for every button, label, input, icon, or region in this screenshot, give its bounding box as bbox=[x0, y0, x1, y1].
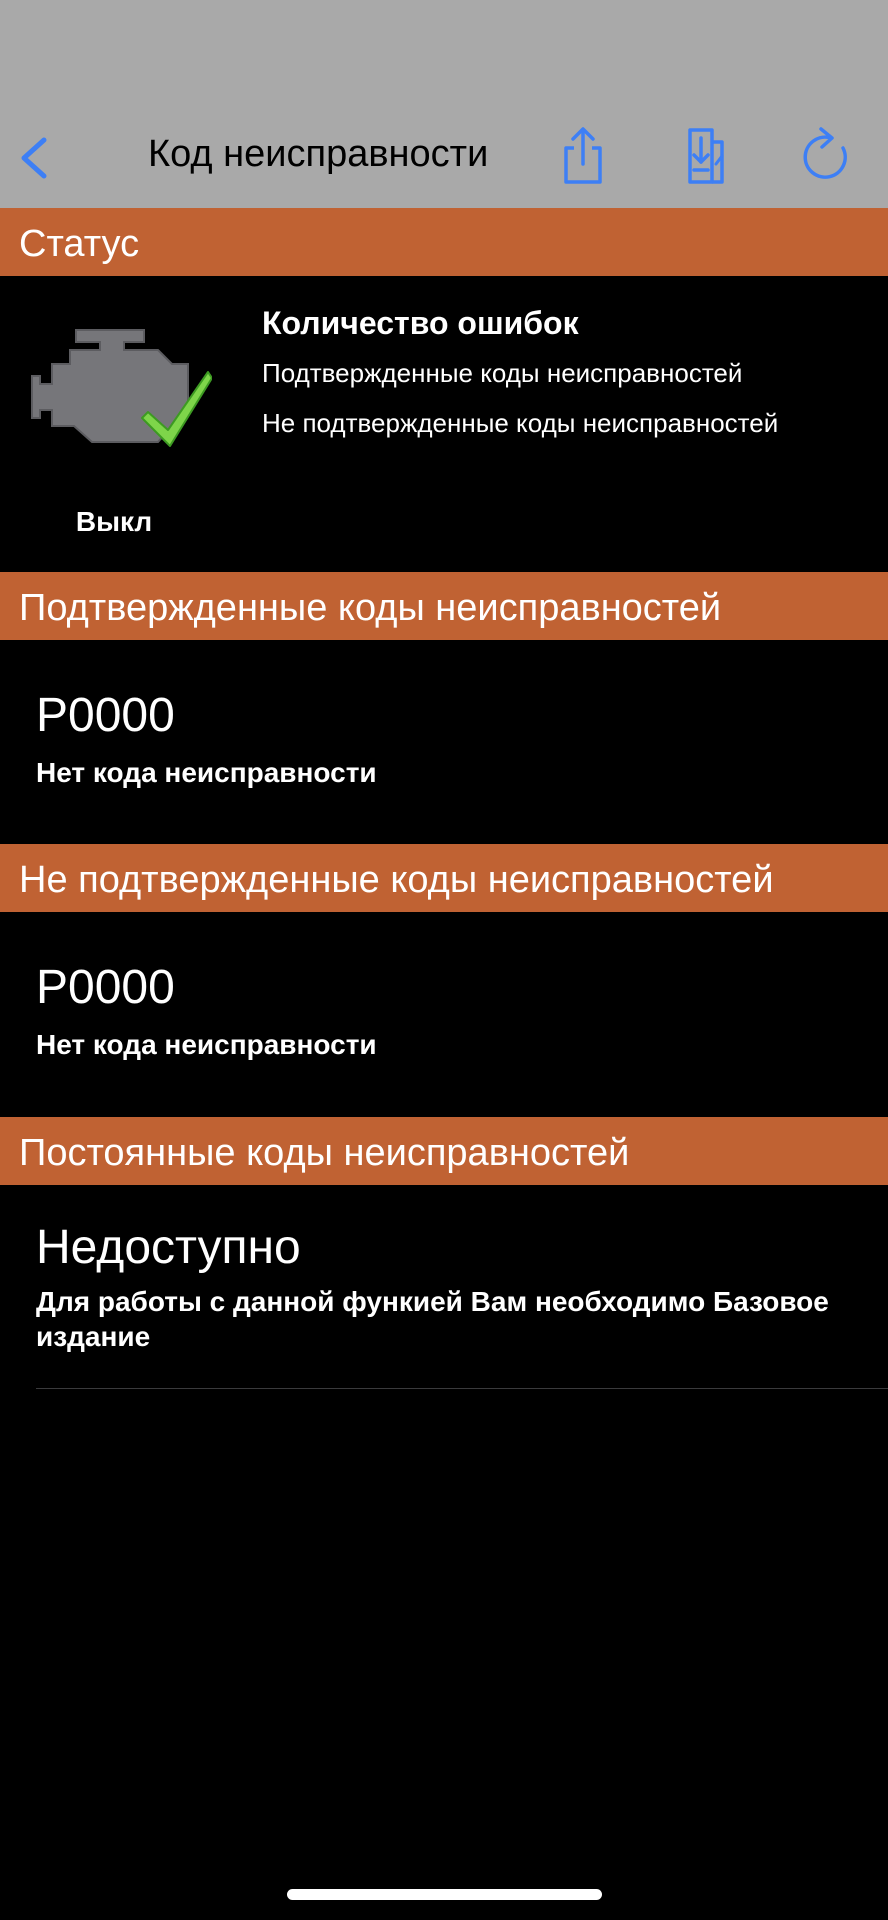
confirmed-dtc-description: Нет кода неисправности bbox=[36, 757, 377, 788]
back-button[interactable] bbox=[14, 128, 58, 188]
permanent-dtc-description: Для работы с данной функией Вам необходи… bbox=[36, 1286, 829, 1352]
confirmed-count-line: Подтвержденные коды неисправностей bbox=[262, 358, 743, 388]
navigation-bar: Код неисправности bbox=[0, 0, 888, 208]
section-title: Подтвержденные коды неисправностей bbox=[19, 587, 722, 629]
app-screen: Код неисправности Статус Выкл Количество… bbox=[0, 0, 888, 1920]
section-header-confirmed: Подтвержденные коды неисправностей bbox=[0, 572, 888, 640]
refresh-button[interactable] bbox=[795, 124, 855, 188]
section-title: Не подтвержденные коды неисправностей bbox=[19, 859, 774, 901]
engine-state-label: Выкл bbox=[75, 506, 153, 537]
chevron-left-icon bbox=[21, 137, 47, 179]
section-title: Статус bbox=[19, 223, 140, 265]
save-report-button[interactable] bbox=[676, 124, 736, 188]
pending-dtc-description: Нет кода неисправности bbox=[36, 1029, 377, 1060]
pending-dtc-code: P0000 bbox=[36, 961, 175, 1014]
unconfirmed-count-line: Не подтвержденные коды неисправностей bbox=[262, 408, 779, 438]
download-document-icon bbox=[688, 128, 724, 184]
row-divider bbox=[36, 1388, 888, 1389]
permanent-dtc-status: Недоступно bbox=[36, 1221, 301, 1274]
home-indicator[interactable] bbox=[287, 1889, 602, 1900]
share-icon bbox=[564, 127, 602, 184]
section-header-pending: Не подтвержденные коды неисправностей bbox=[0, 844, 888, 912]
section-title: Постоянные коды неисправностей bbox=[19, 1132, 630, 1174]
section-header-permanent: Постоянные коды неисправностей bbox=[0, 1117, 888, 1185]
error-count-title: Количество ошибок bbox=[262, 305, 579, 341]
engine-status-icon bbox=[28, 326, 213, 450]
page-title: Код неисправности bbox=[148, 133, 489, 175]
share-button[interactable] bbox=[554, 124, 614, 188]
section-header-status: Статус bbox=[0, 208, 888, 276]
check-engine-icon bbox=[31, 329, 213, 447]
refresh-icon bbox=[803, 127, 847, 179]
confirmed-dtc-code: P0000 bbox=[36, 689, 175, 742]
